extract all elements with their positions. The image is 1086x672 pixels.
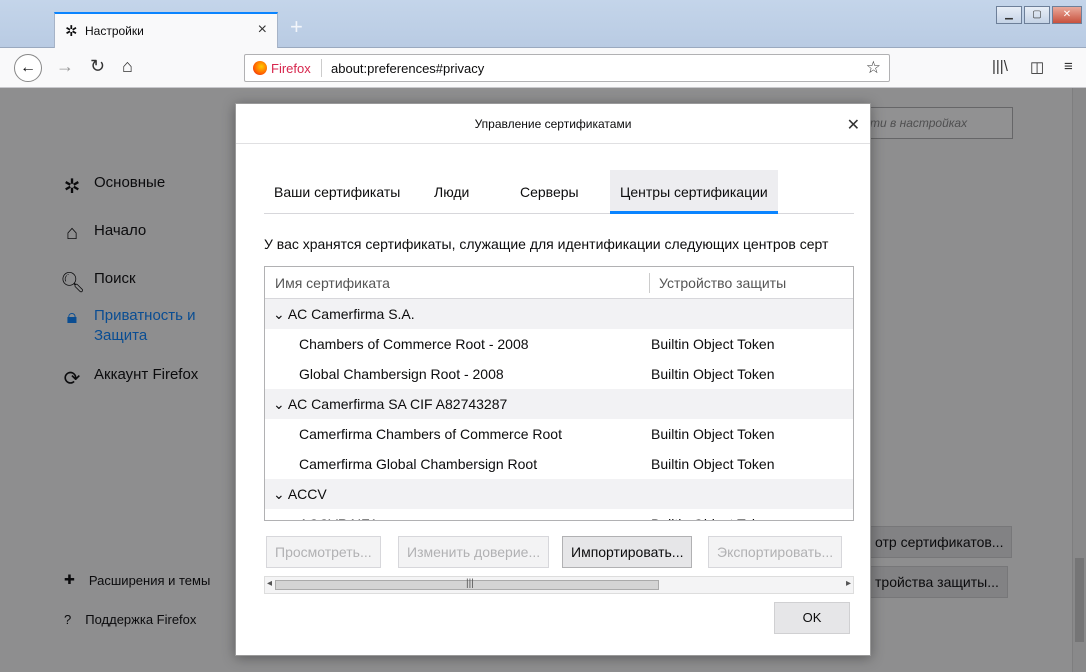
certificate-name: ACCVRAIZ1 bbox=[299, 516, 378, 520]
tree-group-row[interactable]: ⌄ AC Camerfirma S.A. bbox=[265, 299, 853, 329]
security-device: Builtin Object Token bbox=[651, 336, 775, 352]
dialog-description: У вас хранятся сертификаты, служащие для… bbox=[264, 236, 829, 252]
tab-close-icon[interactable]: × bbox=[258, 21, 267, 39]
window-controls: ▁ ▢ ✕ bbox=[996, 6, 1082, 24]
security-device: Builtin Object Token bbox=[651, 426, 775, 442]
tab-authorities[interactable]: Центры сертификации bbox=[610, 170, 778, 214]
home-icon[interactable]: ⌂ bbox=[122, 56, 133, 77]
tab-your-certificates[interactable]: Ваши сертификаты bbox=[264, 170, 410, 214]
minimize-icon[interactable]: ▁ bbox=[996, 6, 1022, 24]
ok-button[interactable]: OK bbox=[774, 602, 850, 634]
title-bar: ✲ Настройки × + ▁ ▢ ✕ bbox=[0, 0, 1086, 48]
tree-row[interactable]: Global Chambersign Root - 2008 Builtin Ob… bbox=[265, 359, 853, 389]
url-bar[interactable]: Firefox about:preferences#privacy ☆ bbox=[244, 54, 890, 82]
certificate-manager-dialog: Управление сертификатами ✕ Ваши сертифик… bbox=[235, 103, 871, 656]
certificate-name: Global Chambersign Root - 2008 bbox=[299, 366, 504, 382]
certificate-name: ⌄ AC Camerfirma SA CIF A82743287 bbox=[273, 396, 508, 412]
scroll-right-icon[interactable]: ▸ bbox=[846, 578, 851, 589]
reload-icon[interactable]: ↻ bbox=[90, 56, 105, 77]
certificate-name: ⌄ ACCV bbox=[273, 486, 327, 502]
certificate-name: ⌄ AC Camerfirma S.A. bbox=[273, 306, 415, 322]
tree-row[interactable]: Camerfirma Chambers of Commerce Root Buil… bbox=[265, 419, 853, 449]
bookmark-star-icon[interactable]: ☆ bbox=[866, 58, 881, 78]
tree-row[interactable]: ACCVRAIZ1 Builtin Object Token bbox=[265, 509, 853, 520]
identity-label: Firefox bbox=[271, 61, 311, 76]
library-icon[interactable]: |||\ bbox=[992, 58, 1008, 75]
export-button[interactable]: Экспортировать... bbox=[708, 536, 843, 568]
gear-icon: ✲ bbox=[65, 23, 78, 40]
edit-trust-button[interactable]: Изменить доверие... bbox=[398, 536, 550, 568]
certificate-name: Camerfirma Global Chambersign Root bbox=[299, 456, 538, 472]
new-tab-icon[interactable]: + bbox=[290, 14, 303, 40]
scroll-left-icon[interactable]: ◂ bbox=[267, 578, 272, 589]
certificate-tabs: Ваши сертификаты Люди Серверы Центры сер… bbox=[264, 170, 854, 214]
import-button[interactable]: Импортировать... bbox=[562, 536, 693, 568]
browser-tab[interactable]: ✲ Настройки × bbox=[54, 12, 278, 48]
tab-servers[interactable]: Серверы bbox=[510, 170, 589, 214]
certificate-name: Chambers of Commerce Root - 2008 bbox=[299, 336, 529, 352]
column-header-name[interactable]: Имя сертификата bbox=[275, 275, 390, 291]
back-icon[interactable]: ← bbox=[14, 54, 42, 82]
horizontal-scroll-thumb[interactable]: ||| bbox=[275, 578, 659, 590]
close-icon[interactable]: ✕ bbox=[847, 115, 860, 135]
sidebar-icon[interactable]: ◫ bbox=[1030, 58, 1044, 76]
firefox-logo-icon bbox=[253, 61, 267, 75]
horizontal-scrollbar[interactable]: ◂ ||| ▸ bbox=[264, 576, 854, 594]
tree-header: Имя сертификата Устройство защиты bbox=[265, 267, 853, 299]
view-button[interactable]: Просмотреть... bbox=[266, 536, 381, 568]
scroll-grip-icon: ||| bbox=[466, 578, 474, 589]
dialog-title: Управление сертификатами bbox=[236, 104, 870, 144]
url-separator bbox=[321, 59, 322, 77]
security-device: Builtin Object Token bbox=[651, 366, 775, 382]
tree-group-row[interactable]: ⌄ ACCV bbox=[265, 479, 853, 509]
url-text[interactable]: about:preferences#privacy bbox=[331, 61, 484, 76]
menu-icon[interactable]: ≡ bbox=[1064, 58, 1073, 75]
tree-row[interactable]: Camerfirma Global Chambersign Root Builti… bbox=[265, 449, 853, 479]
security-device: Builtin Object Token bbox=[651, 456, 775, 472]
security-device: Builtin Object Token bbox=[651, 516, 774, 520]
certificate-name: Camerfirma Chambers of Commerce Root bbox=[299, 426, 562, 442]
column-separator[interactable] bbox=[649, 273, 650, 293]
certificate-tree[interactable]: Имя сертификата Устройство защиты ⌄ AC C… bbox=[264, 266, 854, 521]
tab-title: Настройки bbox=[85, 24, 144, 38]
close-window-icon[interactable]: ✕ bbox=[1052, 6, 1082, 24]
tab-people[interactable]: Люди bbox=[424, 170, 479, 214]
forward-icon[interactable]: → bbox=[56, 56, 74, 77]
maximize-icon[interactable]: ▢ bbox=[1024, 6, 1050, 24]
column-header-device[interactable]: Устройство защиты bbox=[659, 275, 786, 291]
navigation-bar: ← → ↻ ⌂ Firefox about:preferences#privac… bbox=[0, 48, 1086, 88]
tree-group-row[interactable]: ⌄ AC Camerfirma SA CIF A82743287 bbox=[265, 389, 853, 419]
tree-row[interactable]: Chambers of Commerce Root - 2008 Builtin … bbox=[265, 329, 853, 359]
